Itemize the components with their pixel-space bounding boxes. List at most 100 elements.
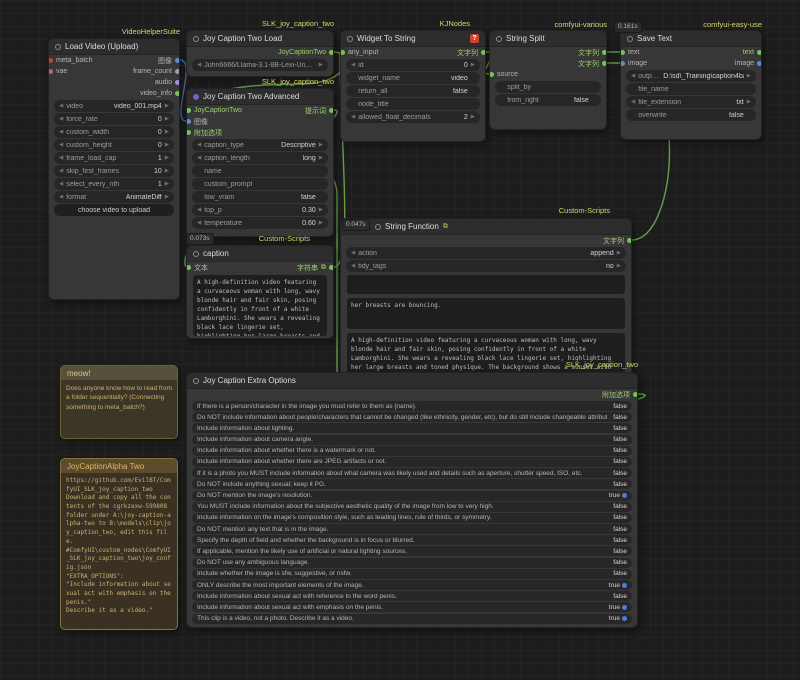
extra-option-toggle[interactable]: false (613, 593, 627, 600)
collapse-toggle[interactable] (496, 36, 502, 42)
increment-arrow-icon[interactable]: ▶ (165, 142, 169, 148)
slot-dot[interactable] (329, 265, 334, 270)
extra-option-row[interactable]: Do NOT use any ambiguous language. false (192, 558, 632, 568)
note-title[interactable]: meow! (61, 366, 177, 380)
widget-row[interactable]: ◀ action append ▶ (346, 247, 626, 259)
widget-row[interactable]: ◀ file_name ▶ (626, 83, 756, 95)
increment-arrow-icon[interactable]: ▶ (319, 155, 323, 161)
decrement-arrow-icon[interactable]: ◀ (197, 142, 201, 148)
widget-row[interactable]: ◀ name ▶ (192, 165, 328, 177)
extra-option-row[interactable]: Include information about sexual act wit… (192, 602, 632, 612)
decrement-arrow-icon[interactable]: ◀ (631, 99, 635, 105)
extra-option-row[interactable]: ONLY describe the most important element… (192, 580, 632, 590)
increment-arrow-icon[interactable]: ▶ (319, 142, 323, 148)
increment-arrow-icon[interactable]: ▶ (165, 129, 169, 135)
input-slot-extra-options[interactable]: 附加选项 (188, 128, 222, 138)
output-slot-string[interactable]: 字符串 ⧉ (297, 263, 332, 273)
extra-option-row[interactable]: Do NOT include anything sexual; keep it … (192, 479, 632, 489)
decrement-arrow-icon[interactable]: ◀ (631, 73, 635, 79)
widget-row[interactable]: ◀ output... D:\sd\_Training\caption4batc… (626, 70, 756, 82)
slot-dot[interactable] (627, 238, 632, 243)
decrement-arrow-icon[interactable]: ◀ (197, 220, 201, 226)
node-header[interactable]: String Split (490, 31, 606, 47)
extra-option-row[interactable]: Include information about whether there … (192, 457, 632, 467)
decrement-arrow-icon[interactable]: ◀ (59, 103, 63, 109)
widget-row[interactable]: ◀ custom_prompt ▶ (192, 178, 328, 190)
increment-arrow-icon[interactable]: ▶ (319, 207, 323, 213)
widget-row[interactable]: ◀ split_by ▶ (495, 81, 601, 93)
decrement-arrow-icon[interactable]: ◀ (351, 62, 355, 68)
node-caption[interactable]: caption 文本 字符串 ⧉ A high-definition video… (186, 245, 334, 339)
widget-row[interactable]: ◀ custom_height 0 ▶ (54, 139, 174, 151)
extra-option-toggle[interactable]: false (613, 447, 627, 454)
extra-option-toggle[interactable]: false (613, 537, 627, 544)
note-title[interactable]: JoyCaptionAlpha Two (61, 459, 177, 473)
input-slot-image[interactable]: 图像 (188, 117, 208, 127)
decrement-arrow-icon[interactable]: ◀ (351, 250, 355, 256)
decrement-arrow-icon[interactable]: ◀ (59, 168, 63, 174)
extra-option-row[interactable]: If applicable, mention the likely use of… (192, 546, 632, 556)
decrement-arrow-icon[interactable]: ◀ (351, 114, 355, 120)
slot-dot[interactable] (620, 50, 625, 55)
output-slot-image[interactable]: 图像 (158, 56, 178, 66)
extra-option-row[interactable]: Include information about camera angle. … (192, 435, 632, 445)
slot-dot[interactable] (175, 69, 180, 74)
caption-textarea[interactable]: A high-definition video featuring a curv… (193, 275, 327, 336)
slot-dot[interactable] (329, 50, 334, 55)
increment-arrow-icon[interactable]: ▶ (471, 62, 475, 68)
extra-option-row[interactable]: Include information about whether there … (192, 446, 632, 456)
collapse-toggle[interactable] (193, 36, 199, 42)
extra-option-toggle[interactable]: false (613, 570, 627, 577)
extra-option-row[interactable]: Include information about sexual act wit… (192, 591, 632, 601)
extra-option-row[interactable]: You MUST include information about the s… (192, 502, 632, 512)
slot-dot[interactable] (633, 392, 638, 397)
widget-row[interactable]: ◀ force_rate 0 ▶ (54, 113, 174, 125)
output-slot-string[interactable]: 文字列 (578, 48, 605, 58)
extra-option-row[interactable]: Include information about lighting. fals… (192, 423, 632, 433)
slot-dot[interactable] (175, 58, 180, 63)
output-slot-extra-options[interactable]: 附加选项 (602, 390, 636, 400)
extra-option-toggle[interactable]: false (613, 458, 627, 465)
widget-row[interactable]: ◀ overwrite false ▶ (626, 109, 756, 121)
extra-option-toggle[interactable]: false (613, 481, 627, 488)
output-slot-string[interactable]: 文字列 (578, 59, 605, 69)
extra-option-row[interactable]: Include information on the image's compo… (192, 513, 632, 523)
extra-option-toggle[interactable]: false (613, 425, 627, 432)
node-string-split[interactable]: String Split 文字列 文字列 source ◀ split_by ▶ (489, 30, 607, 130)
extra-option-row[interactable]: Include whether the image is sfw, sugges… (192, 569, 632, 579)
extra-option-row[interactable]: If there is a person/character in the im… (192, 401, 632, 411)
widget-row[interactable]: ◀ choose video to upload ▶ (54, 204, 174, 216)
node-header[interactable]: Widget To String ? (341, 31, 485, 47)
extra-option-toggle[interactable]: true (609, 604, 620, 611)
decrement-arrow-icon[interactable]: ◀ (351, 263, 355, 269)
collapse-toggle[interactable] (193, 378, 199, 384)
increment-arrow-icon[interactable]: ▶ (165, 103, 169, 109)
increment-arrow-icon[interactable]: ▶ (319, 62, 323, 68)
decrement-arrow-icon[interactable]: ◀ (59, 116, 63, 122)
slot-dot[interactable] (186, 265, 191, 270)
text-a-textarea[interactable] (347, 275, 625, 294)
graph-canvas[interactable]: VideoHelperSuite SLK_joy_caption_two KJN… (0, 0, 800, 680)
collapse-toggle[interactable] (193, 94, 199, 100)
increment-arrow-icon[interactable]: ▶ (165, 181, 169, 187)
widget-row[interactable]: ◀ video video_001.mp4 ▶ (54, 100, 174, 112)
increment-arrow-icon[interactable]: ▶ (319, 220, 323, 226)
input-slot-text[interactable]: 文本 (188, 263, 208, 273)
extra-option-toggle[interactable]: false (613, 548, 627, 555)
increment-arrow-icon[interactable]: ▶ (165, 116, 169, 122)
extra-option-toggle[interactable]: false (613, 414, 627, 421)
decrement-arrow-icon[interactable]: ◀ (59, 194, 63, 200)
node-joy-caption-extra-options[interactable]: Joy Caption Extra Options 附加选项 If there … (186, 372, 638, 628)
node-header[interactable]: Load Video (Upload) (49, 39, 179, 55)
extra-option-toggle[interactable]: true (609, 615, 620, 622)
node-save-text[interactable]: Save Text text text image image ◀ o (620, 30, 762, 140)
note-meow[interactable]: meow! Does anyone know how to read from … (60, 365, 178, 439)
input-slot-meta-batch[interactable]: meta_batch (50, 57, 93, 64)
collapse-toggle[interactable] (627, 36, 633, 42)
extra-option-toggle[interactable]: false (613, 503, 627, 510)
extra-option-toggle[interactable]: false (613, 470, 627, 477)
collapse-toggle[interactable] (193, 251, 199, 257)
widget-row[interactable]: ◀ custom_width 0 ▶ (54, 126, 174, 138)
increment-arrow-icon[interactable]: ▶ (471, 114, 475, 120)
increment-arrow-icon[interactable]: ▶ (747, 73, 751, 79)
